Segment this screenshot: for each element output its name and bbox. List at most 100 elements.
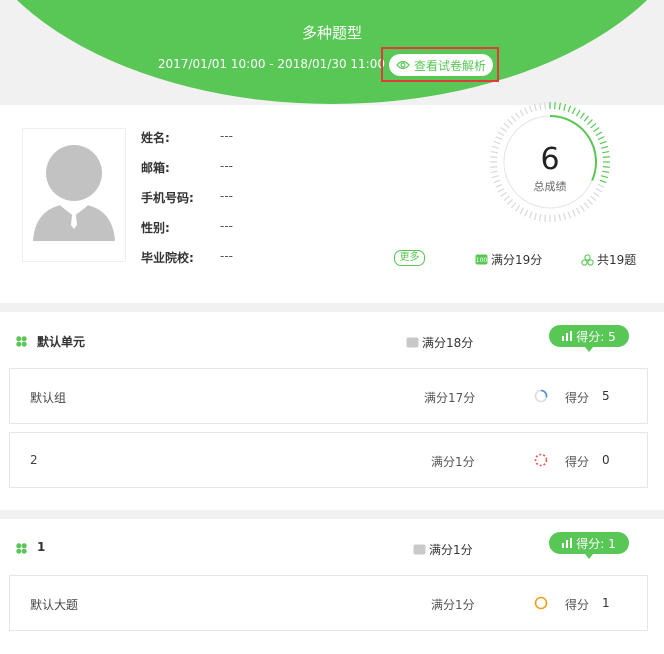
email-value: --- <box>220 159 233 173</box>
user-silhouette-icon <box>33 145 115 241</box>
score-tick <box>579 205 585 212</box>
score-badge-icon <box>413 544 426 555</box>
progress-ring-icon <box>534 453 548 467</box>
group-name: 默认大题 <box>30 598 79 612</box>
score-tick <box>528 211 533 219</box>
name-value: --- <box>220 129 233 143</box>
exam-title: 多种题型 <box>301 24 362 42</box>
unit-full-score-text: 满分18分 <box>422 336 474 350</box>
group-row[interactable]: 2 满分1分 得分 0 <box>9 432 648 488</box>
gender-value: --- <box>220 219 233 233</box>
group-full-score: 满分1分 <box>431 455 475 469</box>
score-tick <box>507 199 513 205</box>
group-name: 默认组 <box>30 391 67 405</box>
score-tick <box>554 102 556 110</box>
unit-score-pill-text: 得分: 1 <box>576 536 616 551</box>
score-tick <box>587 119 593 125</box>
score-tick <box>507 119 513 125</box>
avatar <box>22 128 126 262</box>
group-score-value: 0 <box>602 453 610 467</box>
more-button[interactable]: 更多 <box>394 250 425 266</box>
eye-icon <box>396 60 410 70</box>
phone-value: --- <box>220 189 233 203</box>
score-tick <box>533 213 537 221</box>
score-tick <box>503 195 510 202</box>
exam-dates: 2017/01/01 10:00 - 2018/01/30 11:00 <box>157 57 385 71</box>
question-count-text: 共19题 <box>597 253 637 267</box>
group-full-score: 满分1分 <box>431 598 475 612</box>
email-label: 邮箱: <box>141 161 170 175</box>
score-tick <box>510 202 517 209</box>
score-tick <box>597 136 605 141</box>
progress-ring-icon <box>534 596 548 610</box>
score-tick <box>590 122 597 129</box>
unit-score-pill: 得分: 1 <box>549 532 629 559</box>
score-tick <box>544 102 546 110</box>
group-row[interactable]: 默认组 满分17分 得分 5 <box>9 368 648 424</box>
score-tick <box>575 109 581 117</box>
score-tick <box>587 199 593 205</box>
unit-score-pill: 得分: 5 <box>549 325 629 352</box>
score-tick <box>571 209 576 217</box>
name-label: 姓名: <box>141 131 170 145</box>
unit-full-score-text: 满分1分 <box>429 543 473 557</box>
group-name: 2 <box>30 453 38 467</box>
score-badge-icon: 100 <box>475 254 488 265</box>
score-tick <box>519 207 525 215</box>
score-tick <box>567 105 572 113</box>
score-tick <box>583 202 590 209</box>
progress-ring-icon <box>534 389 548 403</box>
view-analysis-label: 查看试卷解析 <box>413 58 486 73</box>
score-tick <box>515 112 521 119</box>
cluster-icon <box>581 253 594 266</box>
score-tick <box>575 207 581 215</box>
score-tick <box>497 131 505 137</box>
score-tick <box>595 131 603 137</box>
bar-chart-icon <box>562 538 573 548</box>
score-tick <box>593 127 600 133</box>
group-score-label: 得分 <box>565 391 590 405</box>
score-tick <box>503 122 510 129</box>
total-score-value: 6 <box>540 142 560 177</box>
score-tick <box>524 107 529 115</box>
view-analysis-button[interactable]: 查看试卷解析 <box>389 54 493 76</box>
score-tick <box>571 107 576 115</box>
score-tick <box>544 214 546 222</box>
phone-label: 手机号码: <box>141 191 194 205</box>
group-score-label: 得分 <box>565 598 590 612</box>
score-tick <box>538 214 542 222</box>
score-tick <box>558 214 562 222</box>
score-tick <box>515 205 521 212</box>
school-label: 毕业院校: <box>141 251 194 265</box>
score-tick <box>579 112 585 119</box>
score-tick <box>558 102 562 110</box>
score-tick <box>583 115 590 122</box>
score-tick <box>495 136 503 141</box>
score-tick <box>510 115 517 122</box>
group-score-value: 1 <box>602 596 610 610</box>
group-score-label: 得分 <box>565 455 590 469</box>
score-tick <box>554 214 556 222</box>
score-tick <box>528 105 533 113</box>
score-tick <box>524 209 529 217</box>
header-background <box>0 0 664 104</box>
score-tick <box>567 211 572 219</box>
unit-section: 1 满分1分 得分: 1 默认大题 满分1分 得分 1 <box>0 519 664 654</box>
question-count-stat: 共19题 <box>581 251 636 268</box>
group-full-score: 满分17分 <box>424 391 476 405</box>
unit-title: 默认单元 <box>37 335 86 349</box>
score-tick <box>500 127 507 133</box>
unit-title: 1 <box>37 540 46 554</box>
score-badge-icon <box>406 337 419 348</box>
unit-grid-icon <box>16 336 27 347</box>
group-row[interactable]: 默认大题 满分1分 得分 1 <box>9 575 648 631</box>
unit-full-score: 满分1分 <box>413 541 473 558</box>
group-score-value: 5 <box>602 389 610 403</box>
unit-full-score: 满分18分 <box>406 334 473 351</box>
unit-grid-icon <box>16 543 27 554</box>
total-score-label: 总成绩 <box>533 180 567 193</box>
svg-text:100: 100 <box>476 257 488 264</box>
unit-section: 默认单元 满分18分 得分: 5 默认组 满分17分 得分 5 2 满分1分 得… <box>0 312 664 510</box>
score-tick <box>590 195 597 202</box>
school-value: --- <box>220 249 233 263</box>
